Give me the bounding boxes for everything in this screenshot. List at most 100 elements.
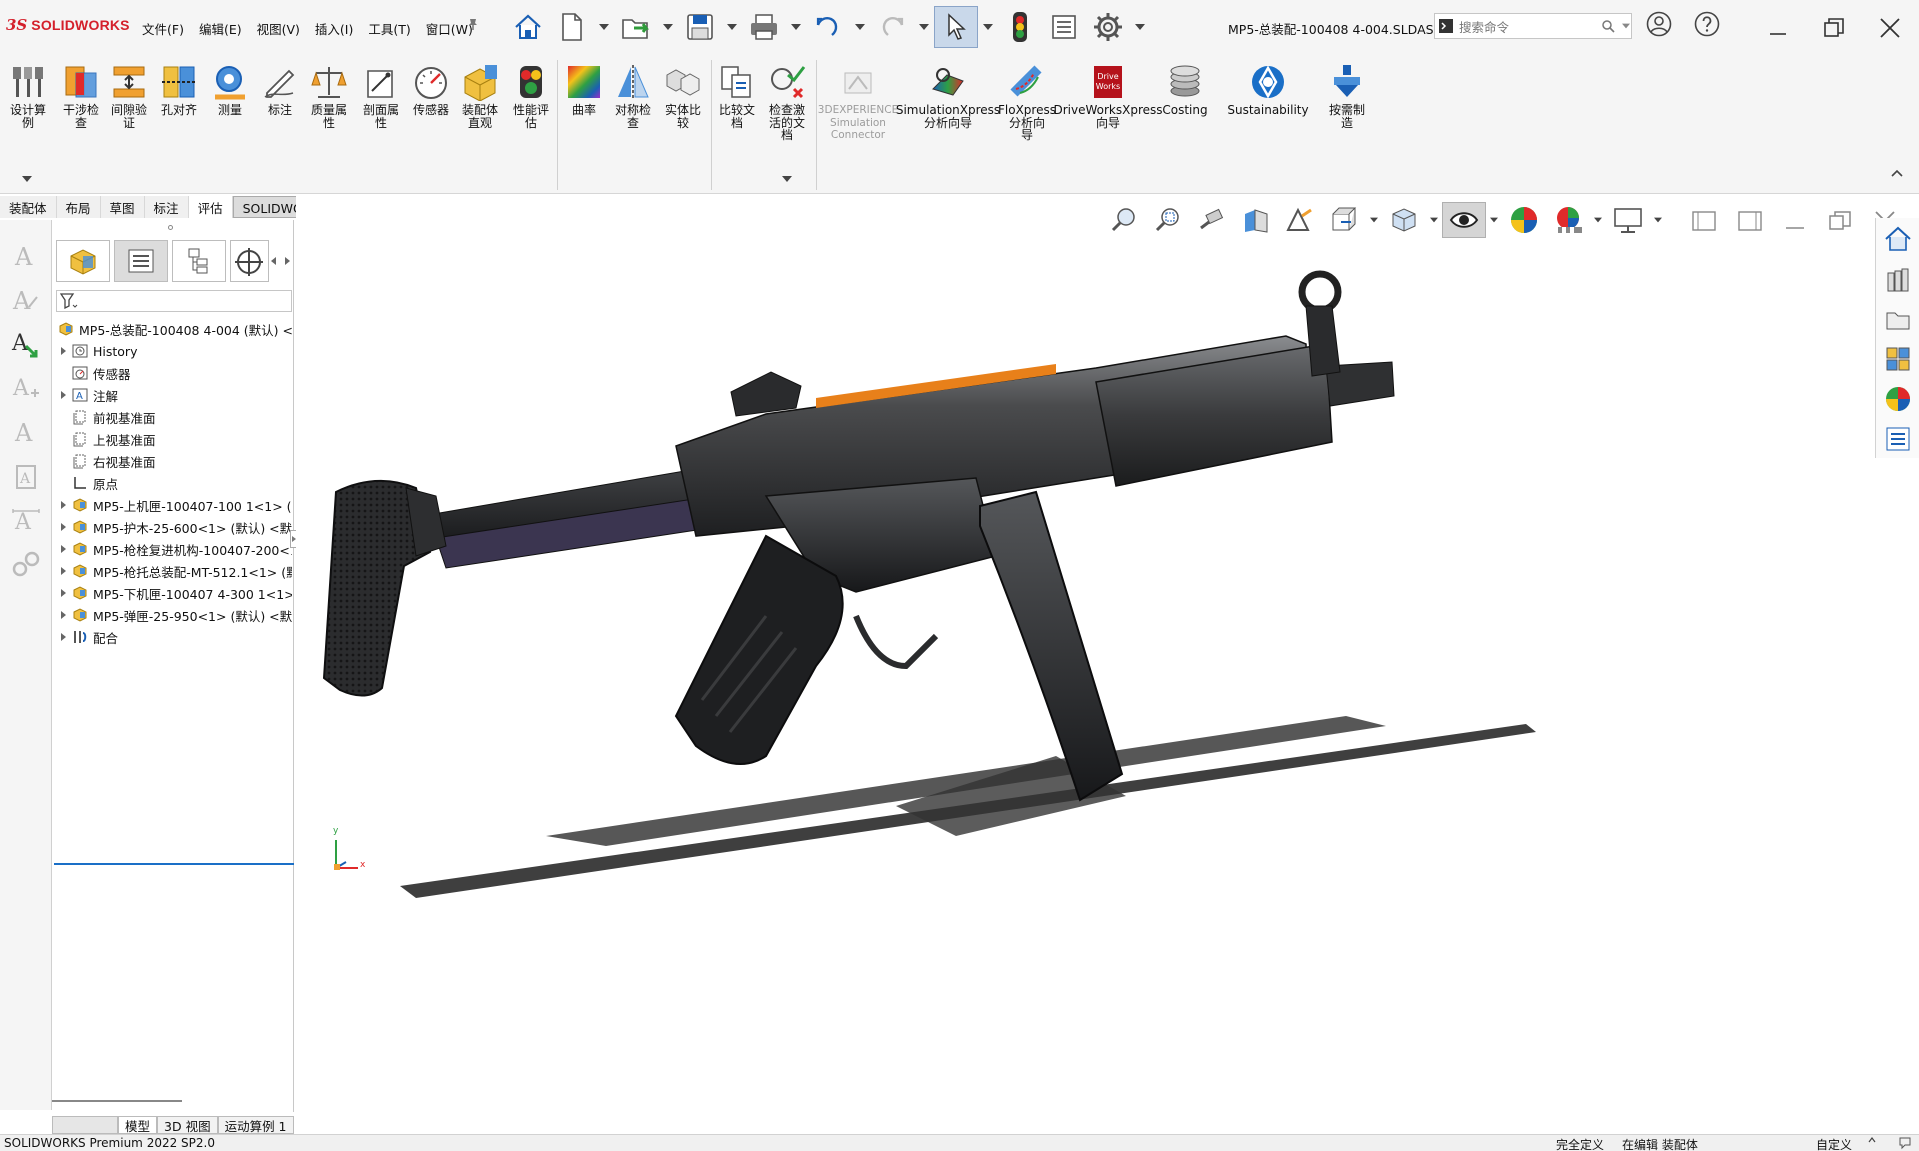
annotation-link-icon[interactable]: [8, 546, 44, 582]
new-document-icon[interactable]: [550, 6, 594, 48]
design-library-icon[interactable]: [1878, 260, 1918, 298]
property-manager-tab-icon[interactable]: [114, 240, 169, 282]
annotation-style-icon[interactable]: A: [8, 414, 44, 450]
design-study-button[interactable]: 设计算 例: [6, 62, 50, 129]
feature-tree-tab-icon[interactable]: [56, 240, 111, 282]
options-dropdown-icon[interactable]: [1130, 6, 1150, 48]
tree-item[interactable]: 原点: [56, 472, 292, 494]
mass-properties-button[interactable]: 质量属 性: [306, 62, 352, 129]
rebuild-icon[interactable]: [998, 6, 1042, 48]
tab-motion-study[interactable]: 运动算例 1: [217, 1116, 294, 1134]
simulationxpress-button[interactable]: SimulationXpress 分析向导: [896, 62, 1000, 129]
tree-item[interactable]: History: [56, 340, 292, 362]
expand-arrow-icon[interactable]: [56, 633, 70, 641]
menu-file[interactable]: 文件(F): [142, 19, 184, 38]
compare-documents-button[interactable]: 比较文 档: [714, 62, 760, 129]
performance-evaluation-button[interactable]: 性能评 估: [508, 62, 554, 129]
assembly-visualization-button[interactable]: 装配体 直观: [456, 62, 504, 129]
ribbon-group-expand-icon[interactable]: [22, 176, 32, 182]
costing-button[interactable]: Costing: [1160, 62, 1210, 117]
feature-tree-filter[interactable]: [56, 290, 292, 312]
tree-item[interactable]: 上视基准面: [56, 428, 292, 450]
clearance-verify-button[interactable]: 间隙验 证: [106, 62, 152, 129]
file-explorer-icon[interactable]: [1878, 300, 1918, 338]
new-dropdown-icon[interactable]: [594, 6, 614, 48]
tree-item[interactable]: MP5-上机匣-100407-100 1<1> (默: [56, 494, 292, 516]
annotation-a-icon[interactable]: A: [8, 238, 44, 274]
menu-tools[interactable]: 工具(T): [368, 19, 410, 38]
hole-alignment-button[interactable]: 孔对齐: [156, 62, 202, 117]
select-dropdown-icon[interactable]: [978, 6, 998, 48]
tab-3d-views[interactable]: 3D 视图: [157, 1116, 218, 1134]
annotation-add-icon[interactable]: A: [8, 370, 44, 406]
home-icon[interactable]: [506, 6, 550, 48]
tab-scroll-controls[interactable]: [52, 1116, 118, 1134]
expand-arrow-icon[interactable]: [56, 545, 70, 553]
menu-insert[interactable]: 插入(I): [315, 19, 353, 38]
solidworks-logo[interactable]: 3S SOLIDWORKS: [6, 16, 130, 34]
annotation-clipboard-icon[interactable]: A: [8, 458, 44, 494]
status-tooltip-icon[interactable]: [1898, 1136, 1912, 1150]
tree-item[interactable]: 前视基准面: [56, 406, 292, 428]
interference-check-button[interactable]: 干涉检 查: [58, 62, 104, 129]
expand-arrow-icon[interactable]: [56, 523, 70, 531]
save-dropdown-icon[interactable]: [722, 6, 742, 48]
tree-item[interactable]: 右视基准面: [56, 450, 292, 472]
floxpress-button[interactable]: FloXpress 分析向 导: [998, 62, 1056, 142]
search-dropdown-icon[interactable]: [1621, 23, 1631, 29]
custom-properties-icon[interactable]: [1878, 420, 1918, 458]
search-icon[interactable]: [1601, 19, 1615, 33]
manufacture-on-demand-button[interactable]: 按需制 造: [1324, 62, 1370, 129]
measure-button[interactable]: 测量: [208, 62, 252, 117]
tabs-scroll-arrows[interactable]: [269, 240, 292, 282]
select-icon[interactable]: [934, 6, 978, 48]
restore-icon[interactable]: [1806, 8, 1862, 48]
tab-evaluate[interactable]: 评估: [188, 196, 233, 218]
menu-edit[interactable]: 编辑(E): [199, 19, 242, 38]
tree-item[interactable]: MP5-弹匣-25-950<1> (默认) <默认: [56, 604, 292, 626]
tab-assembly[interactable]: 装配体: [0, 196, 57, 218]
solidworks-resources-icon[interactable]: [1878, 220, 1918, 258]
expand-arrow-icon[interactable]: [56, 611, 70, 619]
pin-icon[interactable]: [466, 17, 480, 31]
expand-arrow-icon[interactable]: [56, 347, 70, 355]
feature-tree-rollback-bar[interactable]: [54, 863, 294, 865]
tree-root[interactable]: MP5-总装配-100408 4-004 (默认) <默: [56, 318, 292, 340]
options-gear-icon[interactable]: [1086, 6, 1130, 48]
user-account-icon[interactable]: [1646, 11, 1672, 37]
tree-item[interactable]: MP5-下机匣-100407 4-300 1<1> (: [56, 582, 292, 604]
undo-icon[interactable]: [806, 6, 850, 48]
print-icon[interactable]: [742, 6, 786, 48]
expand-arrow-icon[interactable]: [56, 589, 70, 597]
annotation-note-icon[interactable]: A: [8, 282, 44, 318]
curvature-button[interactable]: 曲率: [564, 62, 604, 117]
feature-tree-hscroll[interactable]: [52, 1100, 182, 1102]
3dexperience-connector-button[interactable]: 3DEXPERIENCE Simulation Connector: [818, 62, 898, 142]
open-dropdown-icon[interactable]: [658, 6, 678, 48]
tree-item[interactable]: MP5-护木-25-600<1> (默认) <默认: [56, 516, 292, 538]
status-editing[interactable]: 在编辑 装配体: [1622, 1136, 1698, 1151]
view-palette-icon[interactable]: [1878, 340, 1918, 378]
minimize-icon[interactable]: [1750, 8, 1806, 48]
mp5-assembly-3d-model[interactable]: [296, 196, 1919, 1112]
sustainability-button[interactable]: Sustainability: [1224, 62, 1312, 117]
tree-item[interactable]: MP5-枪托总装配-MT-512.1<1> (默: [56, 560, 292, 582]
panel-splitter-dot[interactable]: [168, 225, 173, 230]
tree-item[interactable]: MP5-枪栓复进机构-100407-200<1: [56, 538, 292, 560]
tab-sketch[interactable]: 草图: [100, 196, 145, 218]
help-icon[interactable]: [1694, 11, 1720, 37]
search-commands-field[interactable]: 搜索命令: [1434, 13, 1632, 39]
tree-item[interactable]: 配合: [56, 626, 292, 648]
filter-funnel-icon[interactable]: [60, 293, 78, 309]
check-active-document-button[interactable]: 检查激 活的文 档: [764, 62, 810, 142]
appearances-scenes-icon[interactable]: [1878, 380, 1918, 418]
graphics-area[interactable]: y x: [296, 196, 1919, 1112]
section-properties-button[interactable]: 剖面属 性: [358, 62, 404, 129]
print-dropdown-icon[interactable]: [786, 6, 806, 48]
collapse-ribbon-icon[interactable]: [1890, 168, 1904, 178]
sensor-button[interactable]: 传感器: [408, 62, 454, 117]
undo-dropdown-icon[interactable]: [850, 6, 870, 48]
body-compare-button[interactable]: 实体比 较: [660, 62, 706, 129]
symmetry-check-button[interactable]: 对称检 查: [610, 62, 656, 129]
menu-view[interactable]: 视图(V): [257, 19, 300, 38]
